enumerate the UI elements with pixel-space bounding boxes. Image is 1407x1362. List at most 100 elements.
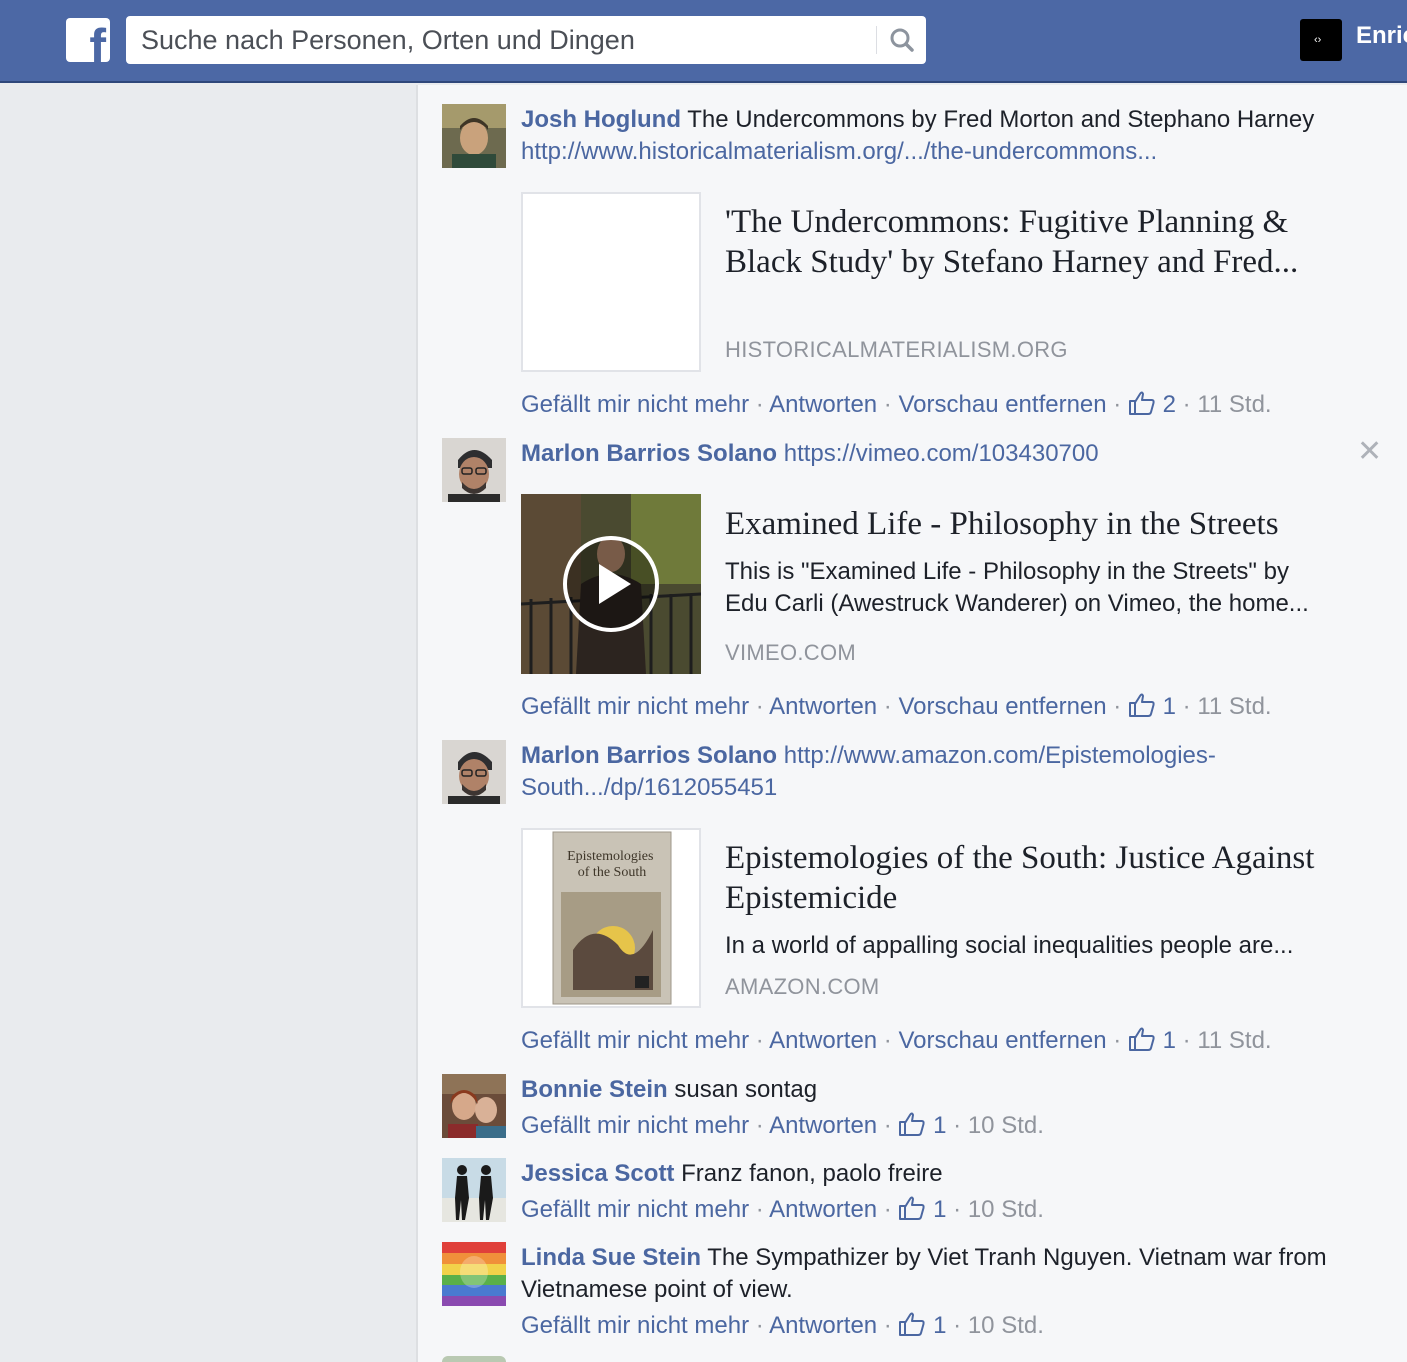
comment-time[interactable]: 10 Std. xyxy=(968,1312,1044,1339)
reply-button[interactable]: Antworten xyxy=(769,1112,877,1139)
avatar[interactable] xyxy=(442,438,506,502)
thumbs-up-icon[interactable] xyxy=(1128,692,1156,718)
preview-description: In a world of appalling social inequalit… xyxy=(725,932,1294,959)
like-count[interactable]: 1 xyxy=(933,1196,946,1223)
comment-body: Bonnie Stein susan sontag xyxy=(521,1074,1341,1106)
unlike-button[interactable]: Gefällt mir nicht mehr xyxy=(521,1027,749,1054)
thumbs-up-icon[interactable] xyxy=(1128,1026,1156,1052)
preview-title[interactable]: Examined Life - Philosophy in the Street… xyxy=(725,504,1335,544)
comment-text: susan sontag xyxy=(674,1076,818,1103)
preview-domain: HISTORICALMATERIALISM.ORG xyxy=(725,337,1068,362)
user-avatar[interactable]: ‹› xyxy=(1300,19,1342,61)
separator: · xyxy=(877,693,899,720)
video-still xyxy=(520,494,702,674)
avatar[interactable] xyxy=(442,104,506,168)
separator: · xyxy=(946,1312,968,1339)
unlike-button[interactable]: Gefällt mir nicht mehr xyxy=(521,693,749,720)
comment-author[interactable]: Bonnie Stein xyxy=(521,1076,668,1103)
comment-time[interactable]: 11 Std. xyxy=(1197,693,1271,720)
comment-author[interactable]: Marlon Barrios Solano xyxy=(521,742,777,769)
like-count[interactable]: 1 xyxy=(1163,693,1176,720)
separator: · xyxy=(877,1196,899,1223)
comment-actions: Gefällt mir nicht mehr · Antworten · Vor… xyxy=(521,691,1272,723)
search-button[interactable] xyxy=(877,16,926,64)
separator: · xyxy=(1106,391,1128,418)
comment-actions: Gefällt mir nicht mehr · Antworten · 1 ·… xyxy=(521,1110,1044,1142)
reply-button[interactable]: Antworten xyxy=(769,1196,877,1223)
unlike-button[interactable]: Gefällt mir nicht mehr xyxy=(521,1196,749,1223)
reply-button[interactable]: Antworten xyxy=(769,1027,877,1054)
separator: · xyxy=(749,1027,770,1054)
thumbs-up-icon[interactable] xyxy=(898,1111,926,1137)
preview-thumbnail[interactable] xyxy=(521,192,701,372)
comment-body: Linda Sue Stein The Sympathizer by Viet … xyxy=(521,1242,1341,1306)
comment-body: Josh Hoglund The Undercommons by Fred Mo… xyxy=(521,104,1341,168)
unlike-button[interactable]: Gefällt mir nicht mehr xyxy=(521,391,749,418)
separator: · xyxy=(1175,391,1198,418)
preview-title[interactable]: 'The Undercommons: Fugitive Planning & B… xyxy=(725,202,1335,282)
thumbs-up-icon[interactable] xyxy=(898,1311,926,1337)
like-count[interactable]: 1 xyxy=(933,1312,946,1339)
comment-author[interactable]: Marlon Barrios Solano xyxy=(521,440,777,467)
reply-button[interactable]: Antworten xyxy=(769,391,877,418)
top-bar: f ‹› Enric xyxy=(0,0,1407,83)
facebook-logo-icon[interactable]: f xyxy=(66,18,110,62)
comment-actions: Gefällt mir nicht mehr · Antworten · Vor… xyxy=(521,389,1272,421)
left-column xyxy=(0,85,416,1362)
close-icon[interactable]: ✕ xyxy=(1357,437,1382,467)
comment-actions: Gefällt mir nicht mehr · Antworten · 1 ·… xyxy=(521,1310,1044,1342)
comment-time[interactable]: 10 Std. xyxy=(968,1112,1044,1139)
comment-author[interactable]: Josh Hoglund xyxy=(521,106,681,133)
avatar[interactable] xyxy=(442,1074,506,1138)
thumbs-up-icon[interactable] xyxy=(898,1195,926,1221)
preview-domain: AMAZON.COM xyxy=(725,974,880,999)
separator: · xyxy=(877,1027,899,1054)
user-name-link[interactable]: Enric xyxy=(1356,22,1407,50)
video-thumbnail[interactable] xyxy=(520,494,702,674)
reply-button[interactable]: Antworten xyxy=(769,1312,877,1339)
avatar[interactable] xyxy=(442,1158,506,1222)
separator: · xyxy=(749,1312,770,1339)
remove-preview-button[interactable]: Vorschau entfernen xyxy=(898,1027,1106,1054)
comment-link[interactable]: http://www.historicalmaterialism.org/...… xyxy=(521,138,1157,165)
like-count[interactable]: 1 xyxy=(1163,1027,1176,1054)
link-preview[interactable]: Epistemologies of the South Epistemologi… xyxy=(521,828,1341,1008)
remove-preview-button[interactable]: Vorschau entfernen xyxy=(898,391,1106,418)
separator: · xyxy=(1175,693,1198,720)
comment-time[interactable]: 11 Std. xyxy=(1197,391,1271,418)
book-thumbnail[interactable]: Epistemologies of the South xyxy=(521,828,701,1008)
like-count[interactable]: 2 xyxy=(1163,391,1176,418)
book-cover: Epistemologies of the South xyxy=(552,831,672,1005)
separator: · xyxy=(749,391,770,418)
search-input[interactable] xyxy=(126,16,876,64)
separator: · xyxy=(877,1312,899,1339)
separator: · xyxy=(1106,1027,1128,1054)
link-preview[interactable]: 'The Undercommons: Fugitive Planning & B… xyxy=(521,192,1341,372)
separator: · xyxy=(749,1112,770,1139)
preview-title[interactable]: Epistemologies of the South: Justice Aga… xyxy=(725,838,1335,918)
separator: · xyxy=(946,1196,968,1223)
comment-author[interactable]: Linda Sue Stein xyxy=(521,1244,701,1271)
comment-author[interactable]: Jessica Scott xyxy=(521,1160,674,1187)
facebook-logo-letter: f xyxy=(89,19,106,62)
comment-body: Marlon Barrios Solano http://www.amazon.… xyxy=(521,740,1241,804)
unlike-button[interactable]: Gefällt mir nicht mehr xyxy=(521,1312,749,1339)
reply-button[interactable]: Antworten xyxy=(769,693,877,720)
like-count[interactable]: 1 xyxy=(933,1112,946,1139)
comment-time[interactable]: 11 Std. xyxy=(1197,1027,1271,1054)
avatar[interactable] xyxy=(442,740,506,804)
link-preview[interactable]: Examined Life - Philosophy in the Street… xyxy=(520,494,1341,674)
comment-text: The Undercommons by Fred Morton and Step… xyxy=(687,106,1315,133)
unlike-button[interactable]: Gefällt mir nicht mehr xyxy=(521,1112,749,1139)
separator: · xyxy=(946,1112,968,1139)
avatar[interactable] xyxy=(442,1242,506,1306)
separator: · xyxy=(1175,1027,1198,1054)
avatar[interactable] xyxy=(442,1356,506,1362)
thumbs-up-icon[interactable] xyxy=(1128,390,1156,416)
remove-preview-button[interactable]: Vorschau entfernen xyxy=(898,693,1106,720)
comment-link[interactable]: https://vimeo.com/103430700 xyxy=(784,440,1099,467)
preview-domain: VIMEO.COM xyxy=(725,640,857,665)
comment-body: Jessica Scott Franz fanon, paolo freire xyxy=(521,1158,1341,1190)
comment-time[interactable]: 10 Std. xyxy=(968,1196,1044,1223)
comment-actions: Gefällt mir nicht mehr · Antworten · Vor… xyxy=(521,1025,1272,1057)
